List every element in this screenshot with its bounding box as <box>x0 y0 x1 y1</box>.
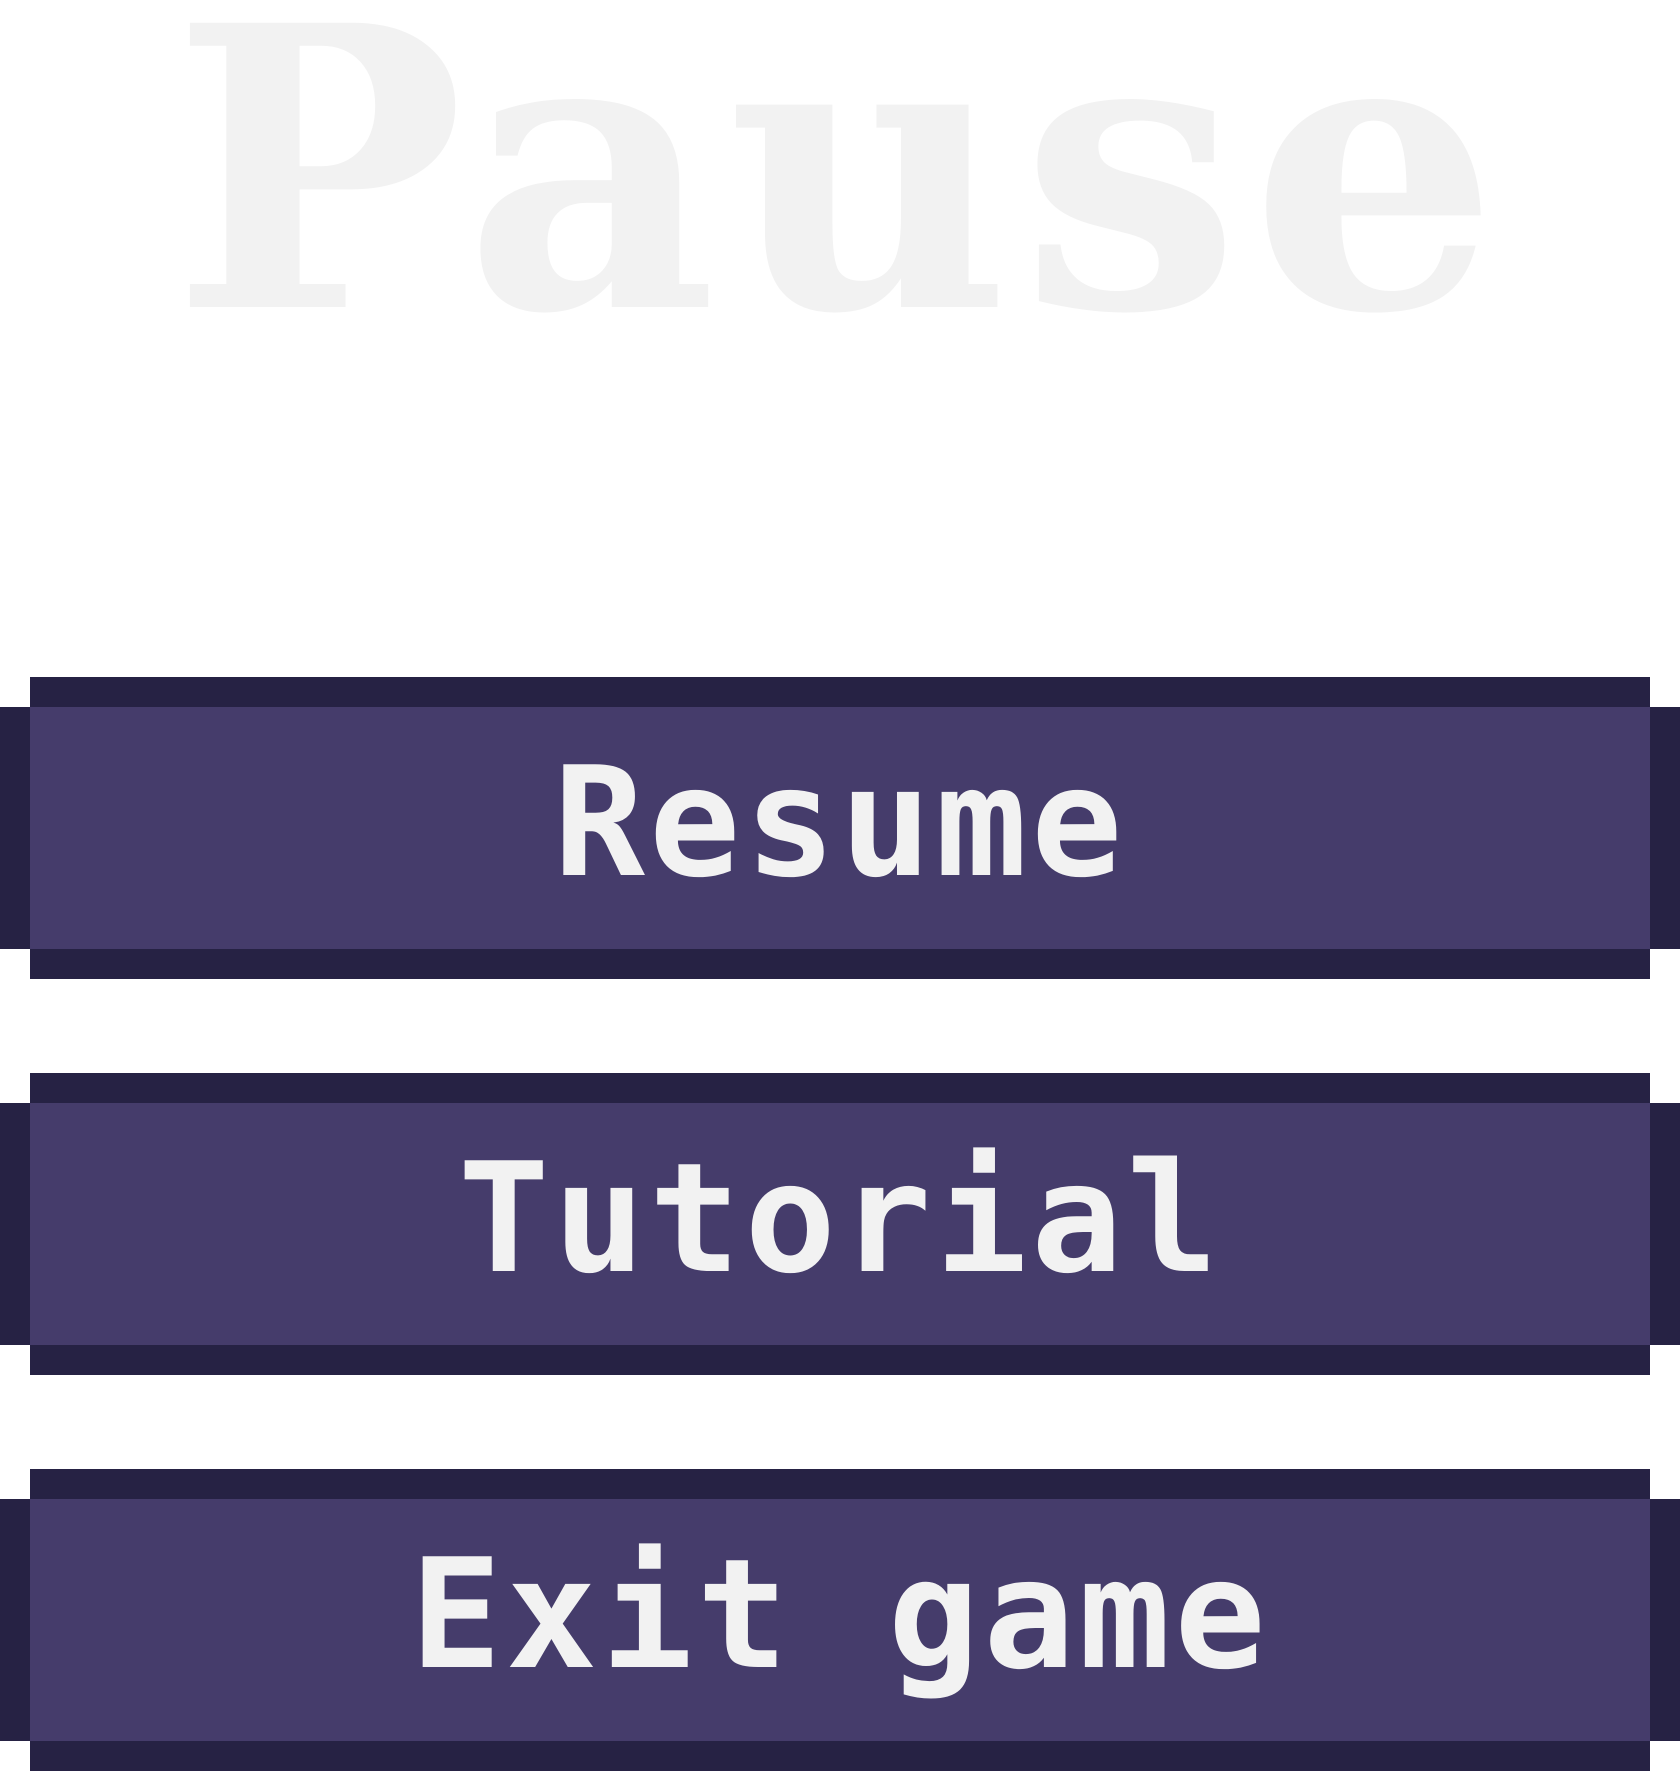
button-border-left <box>0 1103 30 1345</box>
tutorial-button[interactable]: Tutorial <box>0 1073 1680 1375</box>
button-border-top <box>30 1469 1650 1499</box>
resume-button-label: Resume <box>553 734 1127 911</box>
exit-game-button-label: Exit game <box>410 1526 1270 1703</box>
button-border-bottom <box>30 949 1650 979</box>
button-border-top <box>30 677 1650 707</box>
exit-game-button-face[interactable]: Exit game <box>30 1499 1650 1741</box>
button-border-right <box>1650 1103 1680 1345</box>
button-border-right <box>1650 1499 1680 1741</box>
button-border-left <box>0 707 30 949</box>
button-border-bottom <box>30 1741 1650 1771</box>
resume-button-face[interactable]: Resume <box>30 707 1650 949</box>
button-border-left <box>0 1499 30 1741</box>
button-border-top <box>30 1073 1650 1103</box>
tutorial-button-label: Tutorial <box>457 1130 1223 1307</box>
exit-game-button[interactable]: Exit game <box>0 1469 1680 1771</box>
button-border-right <box>1650 707 1680 949</box>
tutorial-button-face[interactable]: Tutorial <box>30 1103 1650 1345</box>
button-border-bottom <box>30 1345 1650 1375</box>
resume-button[interactable]: Resume <box>0 677 1680 979</box>
pause-title: Pause <box>171 0 1509 399</box>
